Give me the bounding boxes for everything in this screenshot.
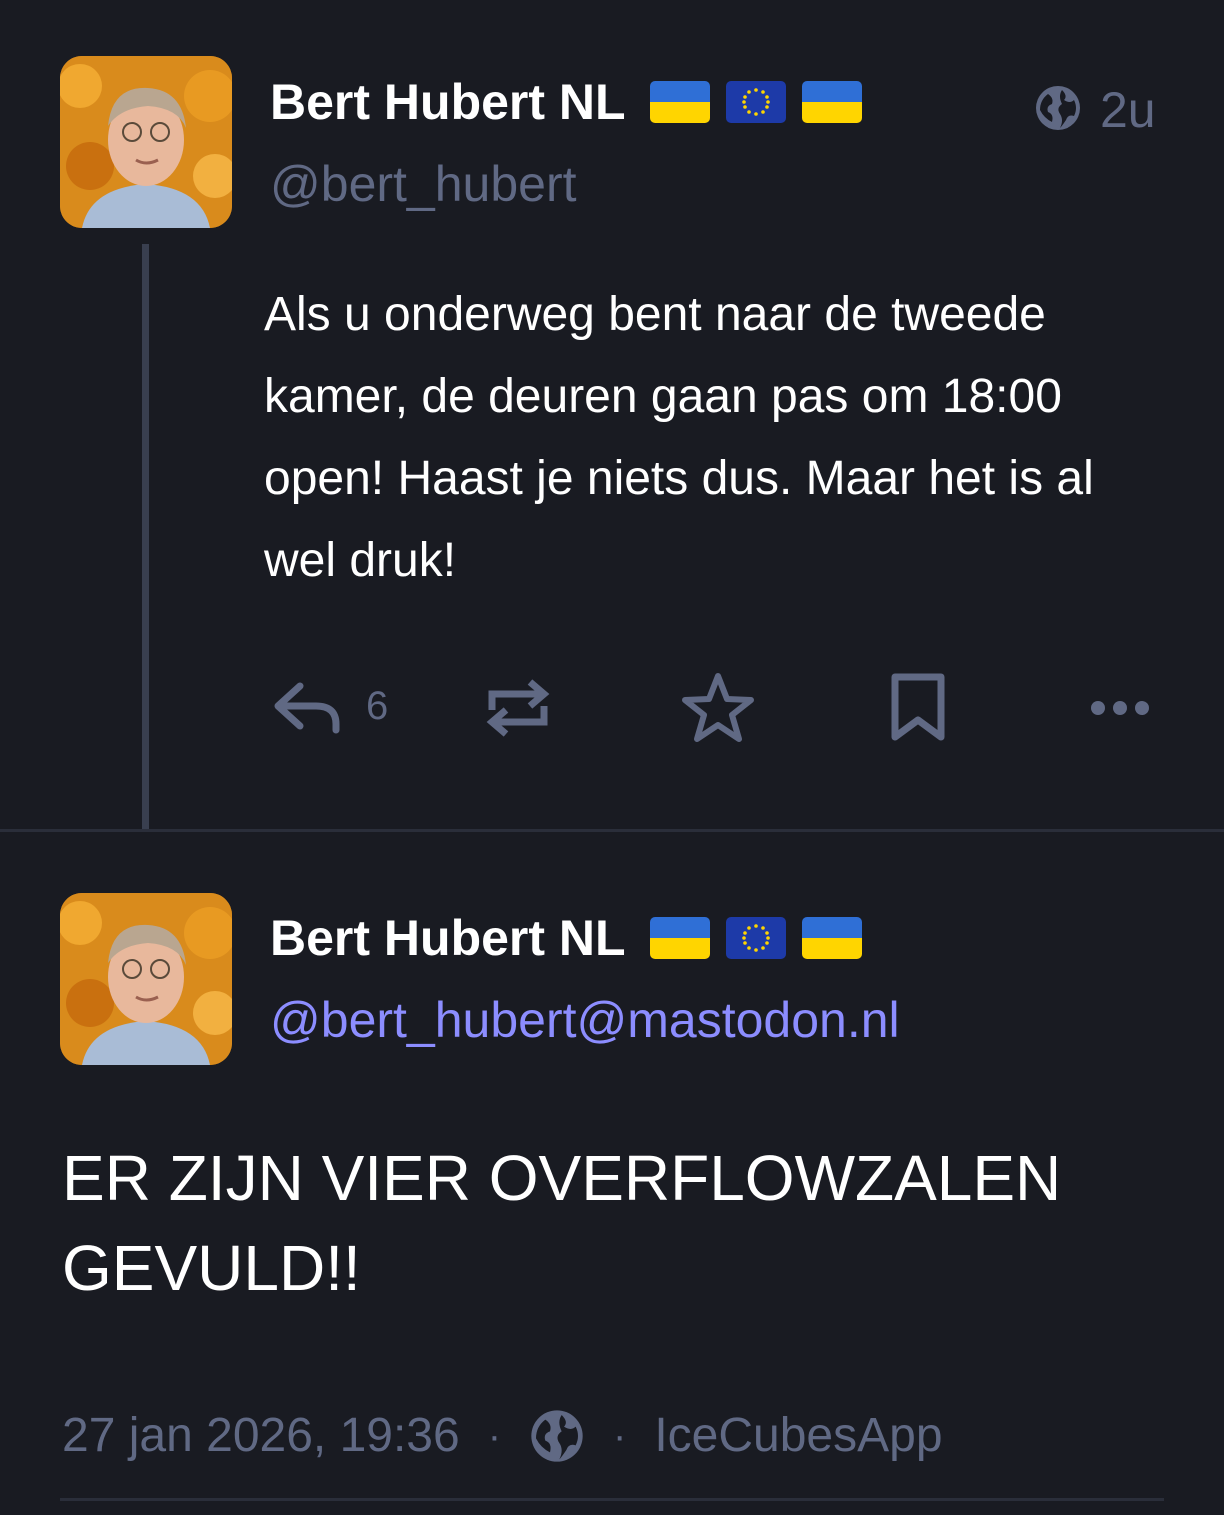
boost-button[interactable] xyxy=(484,672,552,744)
boost-icon xyxy=(484,672,552,744)
avatar[interactable] xyxy=(60,893,232,1065)
display-name[interactable]: Bert Hubert NL xyxy=(270,908,862,968)
display-name[interactable]: Bert Hubert NL xyxy=(270,72,862,132)
display-name-text: Bert Hubert NL xyxy=(270,74,626,130)
eu-flag-icon xyxy=(725,917,786,959)
display-name-text: Bert Hubert NL xyxy=(270,910,626,966)
divider xyxy=(60,1498,1164,1501)
ukraine-flag-icon xyxy=(801,81,862,123)
separator: · xyxy=(487,1414,502,1458)
action-bar: 6 xyxy=(270,670,1160,746)
post-details: 27 jan 2026, 19:36 · · IceCubesApp xyxy=(62,1406,943,1466)
ukraine-flag-icon xyxy=(801,917,862,959)
bookmark-icon xyxy=(890,672,946,742)
handle[interactable]: @bert_hubert xyxy=(270,154,577,214)
post-content: ER ZIJN VIER OVERFLOWZALEN GEVULD!! xyxy=(62,1142,1062,1304)
reply-count: 6 xyxy=(366,684,389,728)
ukraine-flag-icon xyxy=(649,81,710,123)
handle[interactable]: @bert_hubert@mastodon.nl xyxy=(270,990,900,1050)
post-date: 27 jan 2026, 19:36 xyxy=(62,1409,460,1462)
ukraine-flag-icon xyxy=(649,917,710,959)
thread-line xyxy=(142,244,149,830)
reply-button[interactable]: 6 xyxy=(270,678,388,734)
more-button[interactable] xyxy=(1088,694,1152,722)
more-icon xyxy=(1088,694,1152,722)
favourite-button[interactable] xyxy=(680,670,756,744)
client-app[interactable]: IceCubesApp xyxy=(654,1406,942,1466)
timestamp[interactable]: 2u xyxy=(1100,80,1156,140)
divider xyxy=(0,829,1224,832)
post-meta: 2u xyxy=(1034,80,1156,140)
reply-icon xyxy=(270,678,342,734)
globe-icon xyxy=(1034,84,1082,137)
star-icon xyxy=(680,670,756,744)
bookmark-button[interactable] xyxy=(890,672,946,742)
avatar[interactable] xyxy=(60,56,232,228)
eu-flag-icon xyxy=(725,81,786,123)
post-content: Als u onderweg bent naar de tweede kamer… xyxy=(264,288,1094,587)
globe-icon xyxy=(529,1408,585,1464)
separator: · xyxy=(613,1414,627,1458)
